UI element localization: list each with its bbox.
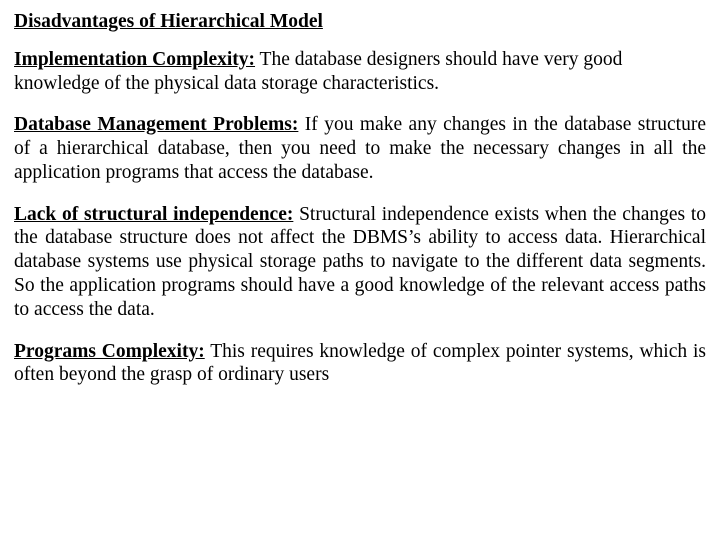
section-database-management-problems: Database Management Problems: If you mak… [14, 113, 706, 184]
section-programs-complexity: Programs Complexity: This requires knowl… [14, 340, 706, 388]
section-lead: Lack of structural independence: [14, 204, 293, 225]
section-implementation-complexity: Implementation Complexity: The database … [14, 48, 706, 96]
section-lead: Database Management Problems: [14, 114, 298, 135]
page-title: Disadvantages of Hierarchical Model [14, 10, 706, 34]
section-lead: Programs Complexity: [14, 341, 205, 362]
section-lack-structural-independence: Lack of structural independence: Structu… [14, 203, 706, 322]
section-lead: Implementation Complexity: [14, 49, 255, 70]
